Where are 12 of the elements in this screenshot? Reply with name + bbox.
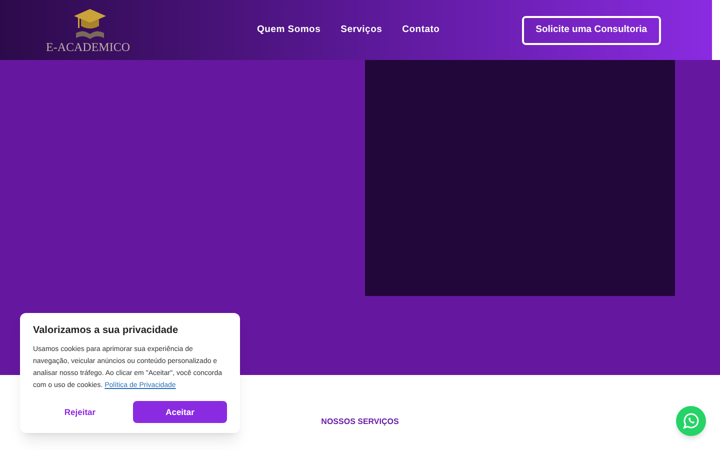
video-player[interactable] <box>365 60 675 296</box>
logo-text: E-ACADEMICO <box>46 41 130 53</box>
whatsapp-icon <box>682 412 700 430</box>
nav-link[interactable]: Serviços <box>340 22 382 38</box>
cookie-title: Valorizamos a sua privacidade <box>33 324 180 338</box>
accept-button[interactable]: Aceitar <box>133 401 227 423</box>
nav-link[interactable]: Contato <box>402 22 440 38</box>
consultation-button[interactable]: Solicite uma Consultoria <box>522 16 661 44</box>
section-eyebrow: NOSSOS SERVIÇOS <box>321 416 399 428</box>
nav-link[interactable]: Quem Somos <box>257 22 321 38</box>
whatsapp-button[interactable] <box>676 406 706 436</box>
graduation-cap-icon <box>72 7 108 41</box>
